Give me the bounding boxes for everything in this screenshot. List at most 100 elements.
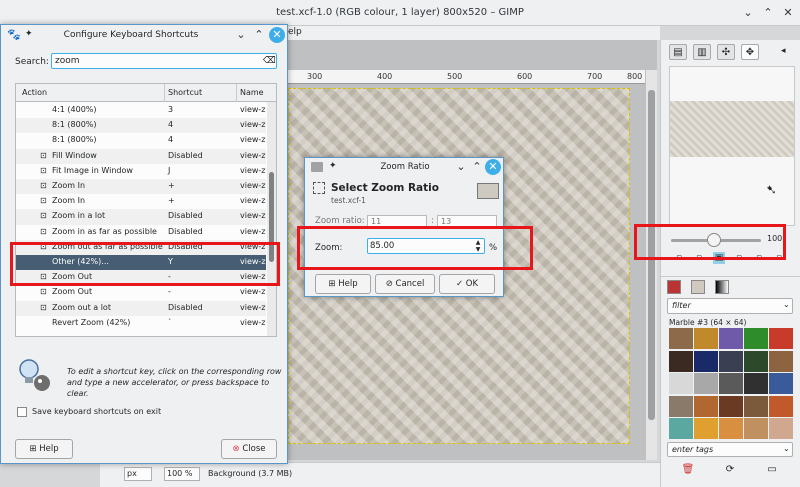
navigation-preview[interactable]: ➷ xyxy=(669,66,795,226)
pattern-swatch[interactable] xyxy=(744,373,768,395)
row-shortcut[interactable]: Disabled xyxy=(168,211,203,220)
pattern-swatch[interactable] xyxy=(669,350,693,372)
row-shortcut[interactable]: Disabled xyxy=(168,227,203,236)
close-icon[interactable]: ✕ xyxy=(780,5,796,21)
table-row[interactable]: 8:1 (800%) 4 view-z xyxy=(16,133,266,148)
save-shortcuts-label[interactable]: Save keyboard shortcuts on exit xyxy=(32,407,161,416)
patterns-tab-icon[interactable] xyxy=(691,280,705,294)
minimize-icon[interactable]: ⌄ xyxy=(453,159,469,175)
pattern-swatch[interactable] xyxy=(719,373,743,395)
table-row[interactable]: ⊡ Zoom In + view-z xyxy=(16,179,266,195)
column-header-name[interactable]: Name xyxy=(240,88,264,97)
column-separator[interactable] xyxy=(236,84,237,102)
zoom-select[interactable]: 100 % xyxy=(164,467,200,481)
pattern-swatch[interactable] xyxy=(744,328,768,349)
brushes-tab-icon[interactable] xyxy=(667,280,681,294)
pattern-swatch[interactable] xyxy=(769,418,793,440)
minimize-icon[interactable]: ⌄ xyxy=(740,5,756,21)
gradients-tab-icon[interactable] xyxy=(715,280,729,294)
pattern-swatch[interactable] xyxy=(669,373,693,395)
pattern-swatch[interactable] xyxy=(694,373,718,395)
filter-select[interactable]: filter xyxy=(667,298,793,314)
maximize-icon[interactable]: ⌃ xyxy=(251,27,267,43)
dock-menu-icon[interactable]: ◂ xyxy=(781,46,786,56)
close-button[interactable]: ⊗ Close xyxy=(221,439,277,459)
tags-input[interactable]: enter tags xyxy=(667,442,793,457)
close-icon[interactable]: ✕ xyxy=(485,159,501,175)
table-row[interactable]: ⊡ Fit Image in Window Jview-z xyxy=(16,164,266,179)
pattern-swatch[interactable] xyxy=(769,395,793,417)
table-scrollbar[interactable] xyxy=(267,102,276,336)
channels-tab-icon[interactable]: ▥ xyxy=(693,44,711,60)
table-row[interactable]: ⊡ Zoom in a lot Disabled view-z xyxy=(16,209,266,225)
cancel-icon: ⊘ xyxy=(385,279,393,289)
table-row[interactable]: 4:1 (400%) 3 view-z xyxy=(16,103,266,118)
table-row[interactable]: ⊡ Fill Window Disabled view-z xyxy=(16,148,266,164)
unit-select[interactable]: px xyxy=(124,467,152,481)
row-shortcut[interactable]: Disabled xyxy=(168,303,203,312)
row-shortcut[interactable]: 4 xyxy=(168,135,173,144)
chevron-down-icon[interactable]: ⌄ xyxy=(783,300,790,309)
folder-icon[interactable]: ▭ xyxy=(765,463,779,477)
pattern-swatch[interactable] xyxy=(719,395,743,417)
pattern-swatch[interactable] xyxy=(744,418,768,440)
search-input[interactable]: zoom xyxy=(51,53,277,69)
close-icon[interactable]: ✕ xyxy=(269,27,285,43)
chevron-down-icon[interactable]: ⌄ xyxy=(783,444,790,453)
pattern-grid[interactable] xyxy=(669,328,795,440)
pattern-swatch[interactable] xyxy=(669,418,693,440)
pattern-swatch[interactable] xyxy=(744,395,768,417)
help-icon: ⊞ xyxy=(328,279,336,289)
row-shortcut[interactable]: Disabled xyxy=(168,151,203,160)
pattern-swatch[interactable] xyxy=(719,328,743,349)
maximize-icon[interactable]: ⌃ xyxy=(760,5,776,21)
delete-icon[interactable]: 🗑 xyxy=(681,463,695,477)
layers-tab-icon[interactable]: ▤ xyxy=(669,44,687,60)
help-button[interactable]: ⊞ Help xyxy=(315,274,371,294)
pattern-swatch[interactable] xyxy=(694,395,718,417)
table-row[interactable]: ⊡ Zoom out a lot Disabled view-z xyxy=(16,300,266,316)
table-row[interactable]: ⊡ Zoom in as far as possible Disabled view-… xyxy=(16,225,266,240)
clear-search-icon[interactable]: ⌫ xyxy=(263,56,276,66)
navigation-thumbnail[interactable] xyxy=(670,101,794,157)
table-row[interactable]: ⊡ Zoom Out - view-z xyxy=(16,285,266,300)
pin-icon[interactable]: ✦ xyxy=(329,161,337,171)
pattern-swatch[interactable] xyxy=(769,328,793,349)
pattern-swatch[interactable] xyxy=(694,418,718,440)
pattern-swatch[interactable] xyxy=(719,350,743,372)
pattern-swatch[interactable] xyxy=(744,350,768,372)
row-name: view-z xyxy=(240,105,266,114)
column-header-shortcut[interactable]: Shortcut xyxy=(168,88,202,97)
pattern-swatch[interactable] xyxy=(669,395,693,417)
pattern-swatch[interactable] xyxy=(669,328,693,349)
refresh-icon[interactable]: ⟳ xyxy=(723,463,737,477)
cancel-button[interactable]: ⊘ Cancel xyxy=(375,274,435,294)
pattern-swatch[interactable] xyxy=(719,418,743,440)
row-shortcut[interactable]: - xyxy=(168,287,171,296)
pattern-swatch[interactable] xyxy=(694,328,718,349)
table-row[interactable]: 8:1 (800%) 4 view-z xyxy=(16,118,266,134)
column-header-action[interactable]: Action xyxy=(22,88,47,97)
maximize-icon[interactable]: ⌃ xyxy=(469,159,485,175)
column-separator[interactable] xyxy=(164,84,165,102)
row-shortcut[interactable]: + xyxy=(168,196,175,205)
pattern-swatch[interactable] xyxy=(694,350,718,372)
minimize-icon[interactable]: ⌄ xyxy=(233,27,249,43)
menu-help[interactable]: elp xyxy=(288,27,302,37)
paths-tab-icon[interactable]: ✣ xyxy=(717,44,735,60)
row-shortcut[interactable]: 3 xyxy=(168,105,173,114)
save-shortcuts-checkbox[interactable] xyxy=(17,407,27,417)
table-row[interactable]: Revert Zoom (42%) ` view-z xyxy=(16,316,266,331)
pattern-swatch[interactable] xyxy=(769,350,793,372)
table-row[interactable]: ⊡ Zoom In + view-z xyxy=(16,194,266,209)
ok-button[interactable]: ✓ OK xyxy=(439,274,495,294)
row-shortcut[interactable]: ` xyxy=(168,318,172,327)
help-button[interactable]: ⊞ Help xyxy=(15,439,73,459)
canvas-vertical-scrollbar[interactable] xyxy=(645,70,657,460)
pattern-swatch[interactable] xyxy=(769,373,793,395)
row-shortcut[interactable]: 4 xyxy=(168,120,173,129)
row-action: Zoom Out xyxy=(52,287,93,297)
navigation-tab-icon[interactable]: ✥ xyxy=(741,44,759,60)
row-shortcut[interactable]: + xyxy=(168,181,175,190)
row-shortcut[interactable]: J xyxy=(168,166,170,175)
